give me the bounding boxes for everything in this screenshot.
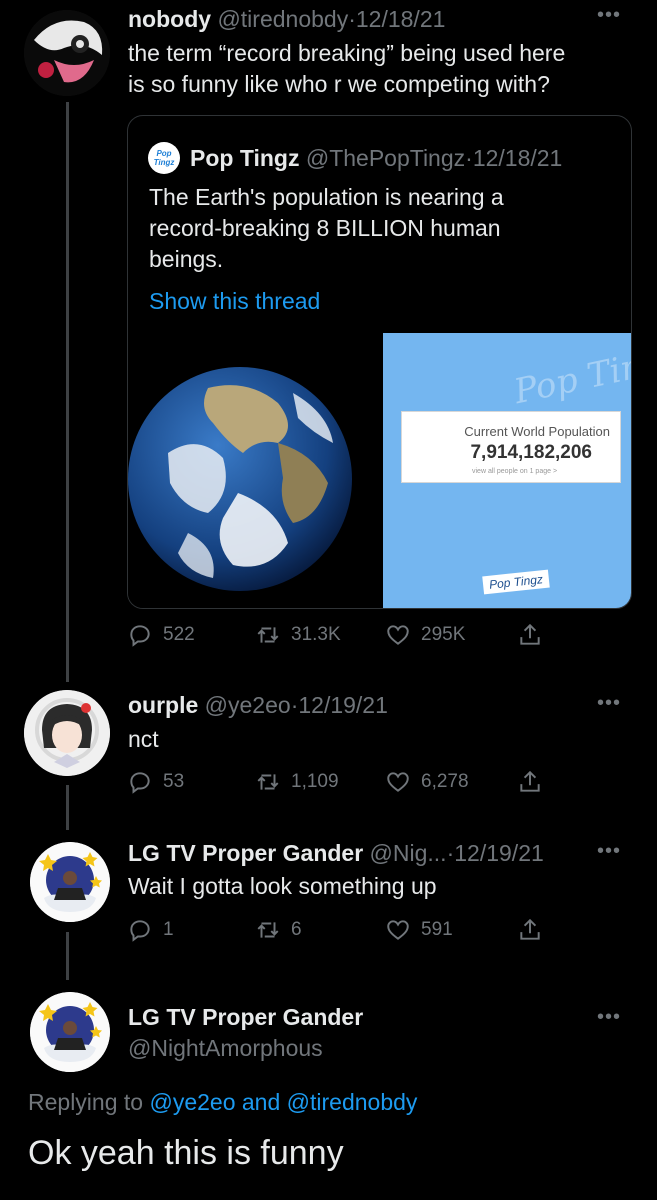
replying-prefix: Replying to [28,1089,144,1115]
tweet-actions: 53 1,109 6,278 [0,769,657,799]
retweet-button[interactable]: 1,109 [255,769,339,795]
card-title: Current World Population [464,424,610,439]
quote-text-line: The Earth's population is nearing a [149,184,504,210]
like-count: 591 [421,919,453,940]
card-value: 7,914,182,206 [470,442,592,463]
author-name[interactable]: LG TV Proper Gander [128,1003,363,1031]
quote-text-line: beings. [149,246,224,272]
retweet-count: 31.3K [291,624,341,645]
author-name[interactable]: LG TV Proper Gander [128,840,363,866]
tweet-header: ourple @ye2eo·12/19/21 [128,691,388,719]
population-card: Current World Population 7,914,182,206 v… [401,411,621,483]
heart-icon [387,625,409,645]
retweet-icon [257,627,279,643]
watermark: Pop Tingz [510,337,632,413]
like-count: 295K [421,624,466,645]
more-options-icon[interactable]: ••• [597,5,621,25]
pop-logo: Pop Tingz [482,569,550,595]
quoted-tweet[interactable]: Pop Tingz Pop Tingz @ThePopTingz·12/18/2… [127,115,632,609]
reply-count: 522 [163,624,195,645]
like-button[interactable]: 591 [385,917,453,943]
tweet-actions: 1 6 591 [0,917,657,947]
reply-icon [130,772,150,794]
retweet-count: 6 [291,919,302,940]
tweet-text: the term “record breaking” being used he… [128,38,565,100]
earth-image[interactable] [128,333,380,608]
share-button[interactable] [517,917,543,943]
share-icon [520,918,540,940]
share-button[interactable] [517,769,543,795]
reply-icon [130,625,150,647]
reply-button[interactable]: 1 [127,917,174,943]
reply-count: 1 [163,919,174,940]
reply-button[interactable]: 522 [127,622,195,648]
replying-to: Replying to @ye2eo and @tirednobdy [28,1088,417,1116]
replying-and: and [241,1089,281,1115]
card-subtext: view all people on 1 page > [472,468,558,475]
reply-icon [130,920,150,942]
tweet-header: nobody @tirednobdy·12/18/21 [128,5,445,33]
tweet-text: nct [128,726,159,752]
avatar[interactable] [24,10,110,96]
quote-text-line: record-breaking 8 BILLION human [149,215,501,241]
tweet-date[interactable]: 12/19/21 [454,840,544,866]
author-handle[interactable]: @ye2eo [205,692,291,718]
retweet-icon [257,774,279,790]
quote-avatar: Pop Tingz [148,142,180,174]
author-name[interactable]: nobody [128,6,211,32]
retweet-button[interactable]: 31.3K [255,622,341,648]
author-handle[interactable]: @NightAmorphous [128,1034,323,1062]
main-tweet-text: Ok yeah this is funny [28,1134,344,1172]
quote-text: The Earth's population is nearing a reco… [149,182,504,275]
like-button[interactable]: 6,278 [385,769,469,795]
thread-line [66,102,69,682]
population-image[interactable]: Pop Tingz Current World Population 7,914… [383,333,631,608]
show-thread-link[interactable]: Show this thread [149,286,320,317]
quote-author-handle: @ThePopTingz [305,145,466,171]
tweet-text-line: the term “record breaking” being used he… [128,40,566,66]
quote-avatar-text: Pop Tingz [153,149,175,167]
mention-link[interactable]: @ye2eo [149,1089,235,1115]
more-options-icon[interactable]: ••• [597,693,621,713]
reply-button[interactable]: 53 [127,769,184,795]
avatar[interactable] [24,690,110,776]
quote-author-name: Pop Tingz [190,145,300,171]
more-options-icon[interactable]: ••• [597,841,621,861]
avatar[interactable] [30,992,110,1072]
author-handle[interactable]: @tirednobdy [217,6,348,32]
tweet-text: Wait I gotta look something up [128,873,437,899]
author-name[interactable]: ourple [128,692,198,718]
more-options-icon[interactable]: ••• [597,1007,621,1027]
like-button[interactable]: 295K [385,622,465,648]
share-icon [520,770,540,792]
mention-link[interactable]: @tirednobdy [287,1089,418,1115]
earth-globe-icon [128,367,352,591]
retweet-count: 1,109 [291,771,339,792]
tweet-actions: 522 31.3K 295K [0,622,657,652]
tweet-date[interactable]: 12/18/21 [356,6,446,32]
heart-icon [387,772,409,792]
retweet-button[interactable]: 6 [255,917,302,943]
author-handle[interactable]: @Nig... [370,840,447,866]
share-icon [520,623,540,645]
tweet-header: LG TV Proper Gander @Nig...·12/19/21 [128,839,544,867]
reply-count: 53 [163,771,185,792]
tweet-text-line: is so funny like who r we competing with… [128,71,550,97]
heart-icon [387,920,409,940]
like-count: 6,278 [421,771,469,792]
avatar[interactable] [30,842,110,922]
separator: · [465,145,473,171]
quote-header: Pop Tingz @ThePopTingz·12/18/21 [190,144,562,172]
tweet-date[interactable]: 12/19/21 [298,692,388,718]
share-button[interactable] [517,622,543,648]
retweet-icon [257,922,279,938]
separator: · [348,6,356,32]
quote-date: 12/18/21 [472,145,563,171]
